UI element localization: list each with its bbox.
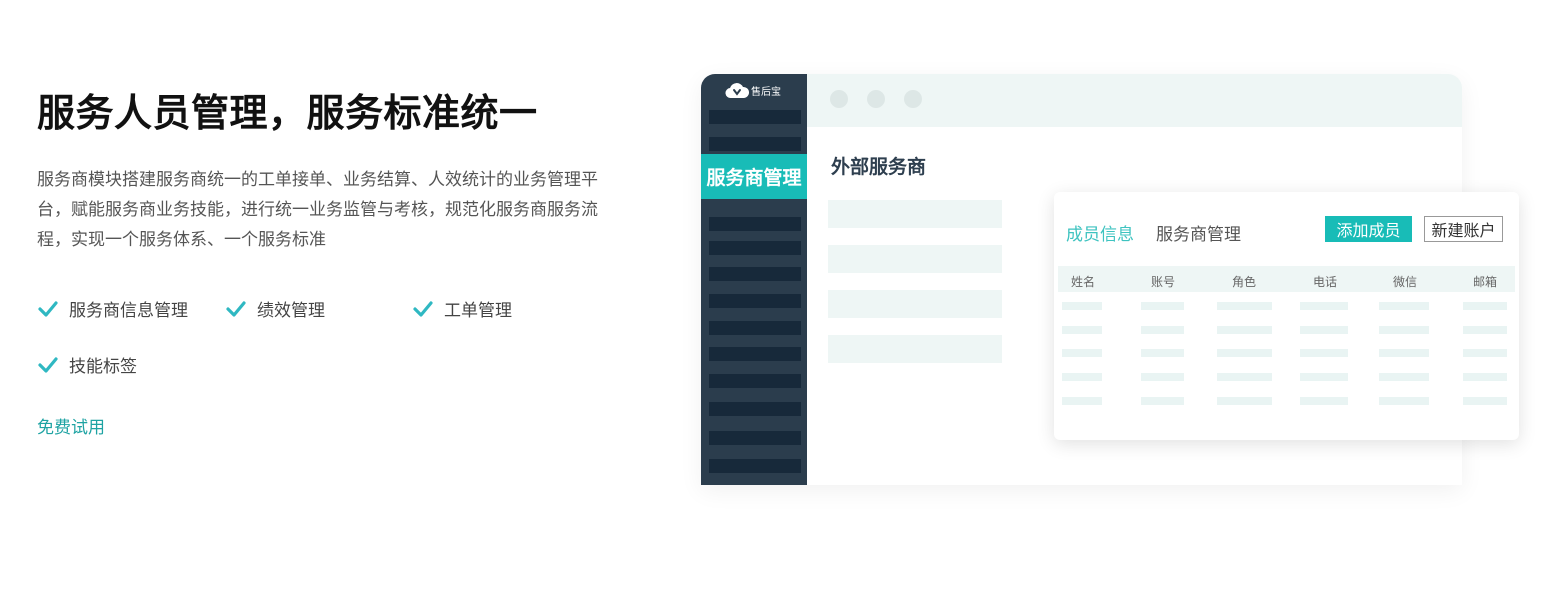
sidebar-placeholder — [709, 241, 801, 255]
member-card: 成员信息 服务商管理 添加成员 新建账户 姓名 账号 角色 电话 微信 邮箱 — [1054, 192, 1519, 440]
content-placeholder — [828, 335, 1002, 363]
content-placeholder — [828, 200, 1002, 228]
feature-label: 服务商信息管理 — [69, 301, 188, 321]
section-title: 服务人员管理，服务标准统一 — [37, 91, 538, 135]
table-cell-placeholder — [1217, 302, 1272, 310]
feature-label: 工单管理 — [444, 301, 512, 321]
sidebar-placeholder — [709, 267, 801, 281]
table-cell-placeholder — [1141, 373, 1184, 381]
table-cell-placeholder — [1062, 326, 1102, 334]
table-cell-placeholder — [1463, 397, 1507, 405]
table-cell-placeholder — [1217, 397, 1272, 405]
column-header-name: 姓名 — [1070, 275, 1096, 289]
window-topbar — [807, 74, 1462, 127]
free-trial-link[interactable]: 免费试用 — [37, 413, 105, 438]
sidebar-placeholder — [709, 402, 801, 416]
sidebar-placeholder — [709, 459, 801, 473]
column-header-account: 账号 — [1150, 275, 1176, 289]
column-header-wechat: 微信 — [1392, 275, 1418, 289]
feature-item-performance: 绩效管理 — [225, 296, 325, 321]
table-cell-placeholder — [1300, 302, 1348, 310]
window-dot — [904, 90, 922, 108]
table-cell-placeholder — [1141, 326, 1184, 334]
table-cell-placeholder — [1463, 302, 1507, 310]
table-cell-placeholder — [1379, 302, 1429, 310]
new-account-button[interactable]: 新建账户 — [1424, 216, 1503, 242]
window-dot — [830, 90, 848, 108]
mockup-logo: 售后宝 — [725, 80, 781, 100]
logo-text: 售后宝 — [751, 86, 781, 98]
column-header-email: 邮箱 — [1472, 275, 1498, 289]
table-cell-placeholder — [1300, 397, 1348, 405]
table-cell-placeholder — [1379, 349, 1429, 357]
section-description: 服务商模块搭建服务商统一的工单接单、业务结算、人效统计的业务管理平台，赋能服务商… — [37, 170, 598, 250]
content-placeholder — [828, 245, 1002, 273]
table-cell-placeholder — [1379, 397, 1429, 405]
table-cell-placeholder — [1062, 302, 1102, 310]
main-title: 外部服务商 — [831, 156, 927, 178]
table-cell-placeholder — [1217, 326, 1272, 334]
table-cell-placeholder — [1141, 302, 1184, 310]
table-cell-placeholder — [1217, 373, 1272, 381]
add-member-button[interactable]: 添加成员 — [1325, 216, 1412, 242]
cloud-logo-icon — [725, 83, 749, 99]
sidebar-placeholder — [709, 347, 801, 361]
check-icon — [38, 300, 58, 317]
tab-member-info[interactable]: 成员信息 — [1066, 220, 1134, 245]
table-cell-placeholder — [1463, 326, 1507, 334]
sidebar-placeholder — [709, 110, 801, 124]
table-cell-placeholder — [1141, 397, 1184, 405]
table-cell-placeholder — [1463, 373, 1507, 381]
content-placeholder — [828, 290, 1002, 318]
column-header-phone: 电话 — [1312, 275, 1338, 289]
sidebar-placeholder — [709, 217, 801, 231]
feature-item-workorder: 工单管理 — [412, 296, 512, 321]
mockup-sidebar: 售后宝 服务商管理 — [701, 74, 807, 485]
table-header: 姓名 账号 角色 电话 微信 邮箱 — [1058, 266, 1515, 292]
tab-provider-management[interactable]: 服务商管理 — [1156, 220, 1241, 245]
column-header-role: 角色 — [1231, 275, 1257, 289]
table-cell-placeholder — [1300, 349, 1348, 357]
check-icon — [226, 300, 246, 317]
sidebar-placeholder — [709, 374, 801, 388]
sidebar-placeholder — [709, 137, 801, 151]
feature-label: 技能标签 — [69, 357, 137, 377]
table-cell-placeholder — [1217, 349, 1272, 357]
sidebar-placeholder — [709, 321, 801, 335]
table-cell-placeholder — [1062, 349, 1102, 357]
table-cell-placeholder — [1300, 326, 1348, 334]
check-icon — [413, 300, 433, 317]
table-cell-placeholder — [1463, 349, 1507, 357]
feature-item-provider-info: 服务商信息管理 — [37, 296, 188, 321]
table-cell-placeholder — [1141, 349, 1184, 357]
window-dot — [867, 90, 885, 108]
feature-label: 绩效管理 — [257, 301, 325, 321]
sidebar-item-provider-management[interactable]: 服务商管理 — [701, 154, 807, 199]
table-cell-placeholder — [1379, 326, 1429, 334]
table-cell-placeholder — [1379, 373, 1429, 381]
table-cell-placeholder — [1062, 397, 1102, 405]
table-cell-placeholder — [1062, 373, 1102, 381]
feature-item-skill-tags: 技能标签 — [37, 352, 137, 377]
table-cell-placeholder — [1300, 373, 1348, 381]
sidebar-placeholder — [709, 431, 801, 445]
sidebar-placeholder — [709, 294, 801, 308]
check-icon — [38, 356, 58, 373]
